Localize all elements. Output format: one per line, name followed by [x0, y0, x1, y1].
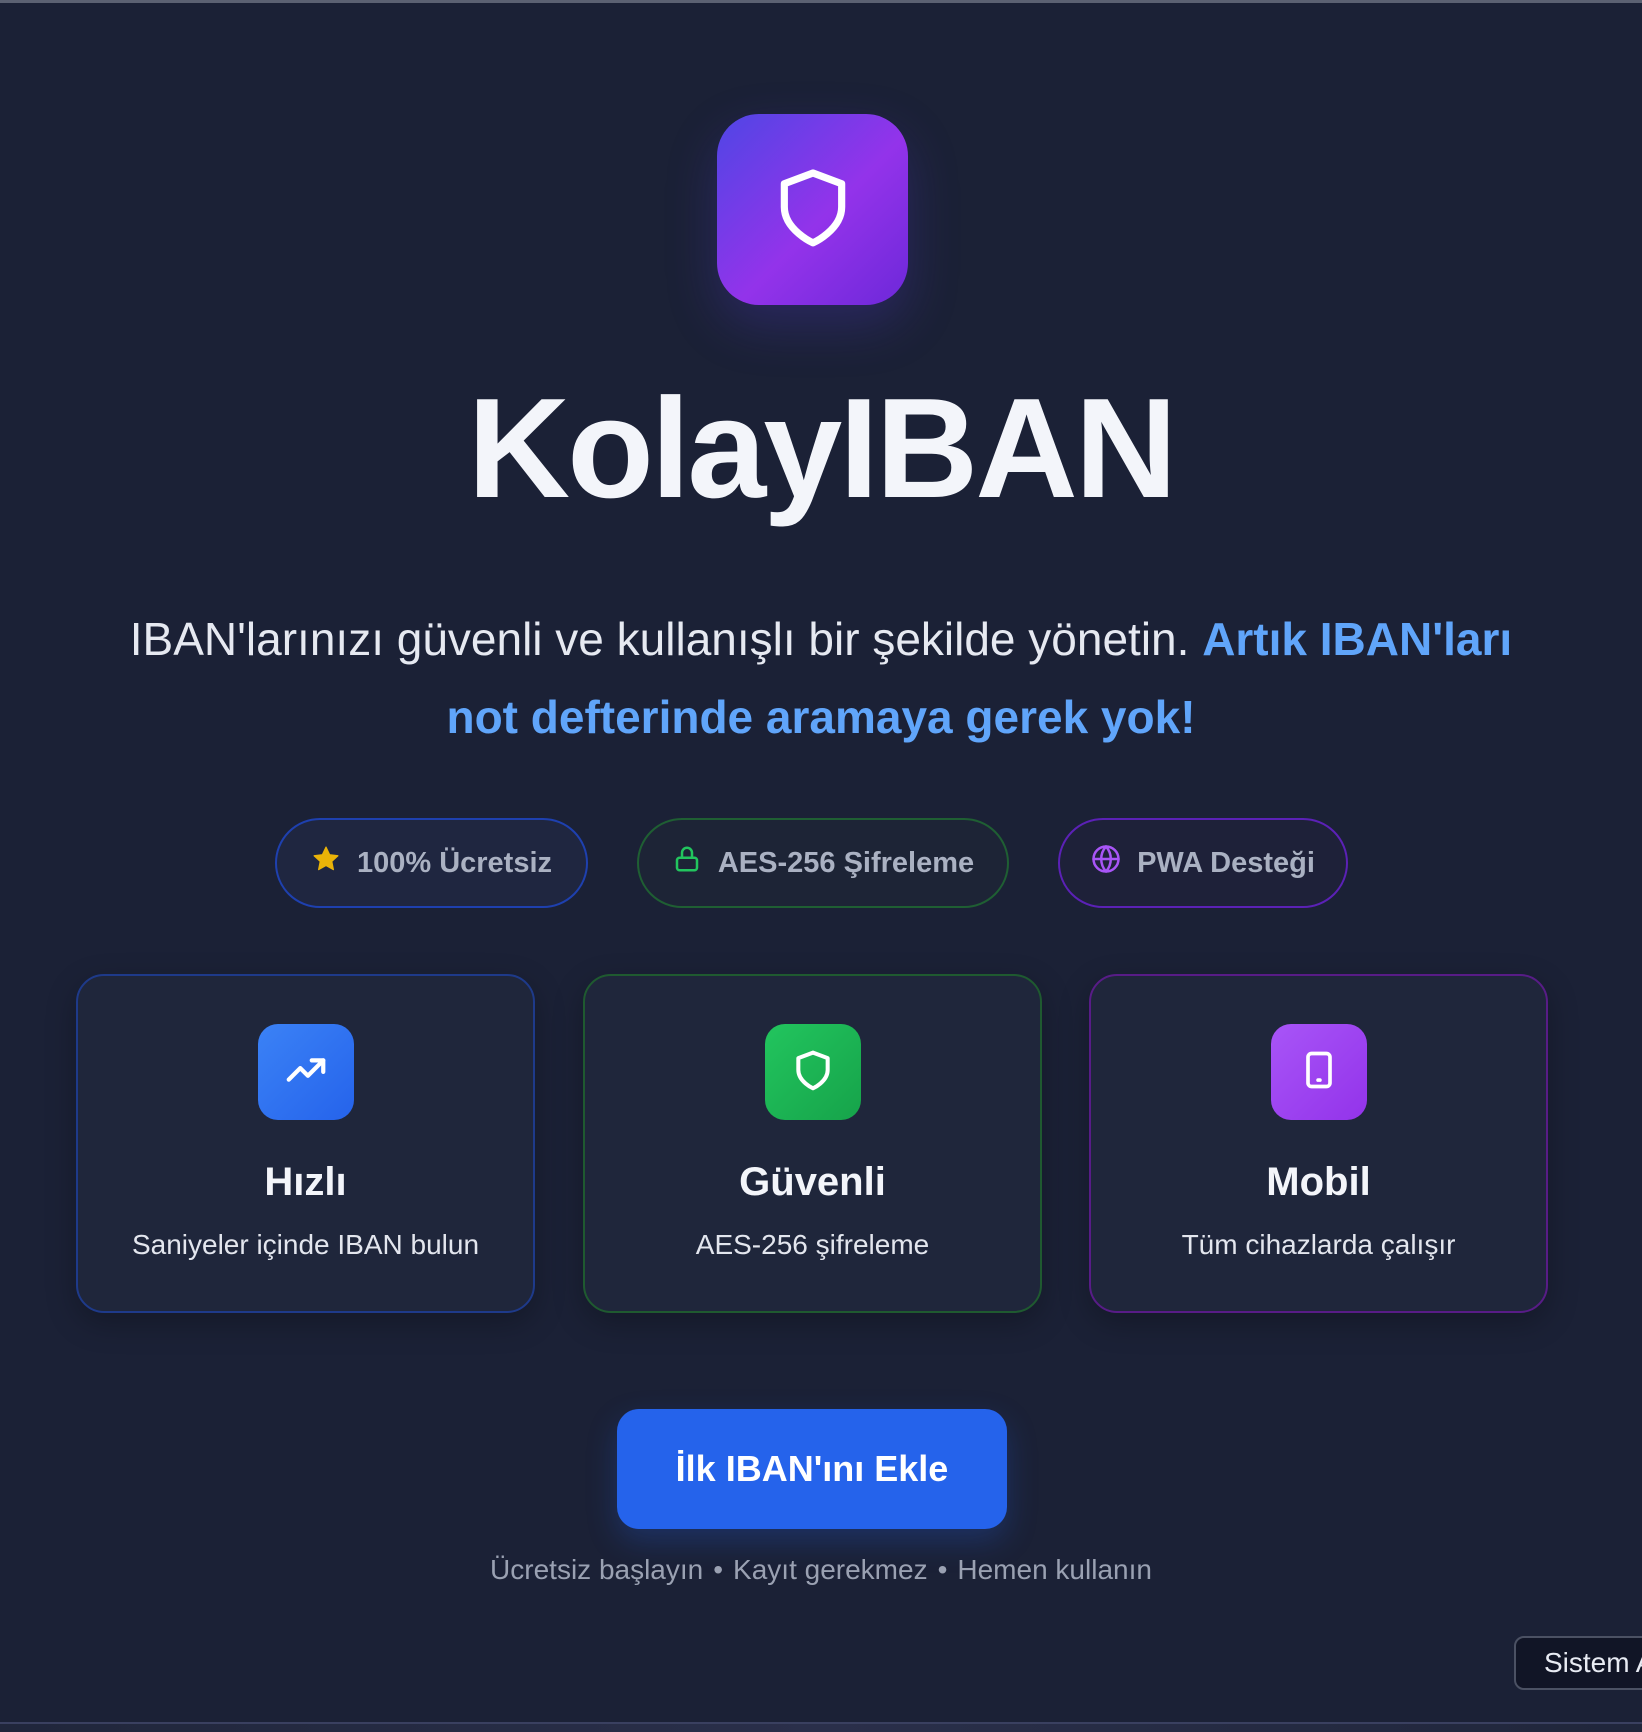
badge-encryption: AES-256 Şifreleme: [637, 818, 1009, 908]
badge-encryption-label: AES-256 Şifreleme: [717, 846, 975, 879]
badge-pwa: PWA Desteği: [1058, 818, 1348, 908]
add-first-iban-button[interactable]: İlk IBAN'ını Ekle: [617, 1409, 1007, 1529]
badge-free: 100% Ücretsiz: [275, 818, 588, 908]
globe-icon: [1091, 844, 1121, 882]
tablet-icon: [1297, 1048, 1341, 1097]
shield-icon: [791, 1048, 835, 1097]
feature-title: Mobil: [1266, 1160, 1371, 1204]
badge-pwa-label: PWA Desteği: [1137, 846, 1315, 879]
footnote-item: Kayıt gerekmez: [733, 1554, 928, 1585]
lock-icon: [672, 844, 702, 882]
feature-description: AES-256 şifreleme: [695, 1229, 930, 1260]
feature-card-secure: Güvenli AES-256 şifreleme: [583, 974, 1042, 1313]
footnote-item: Ücretsiz başlayın: [490, 1554, 704, 1585]
feature-description: Saniyeler içinde IBAN bulun: [131, 1229, 480, 1260]
star-icon: [311, 844, 341, 882]
feature-title: Hızlı: [264, 1160, 347, 1204]
feature-card-mobile: Mobil Tüm cihazlarda çalışır: [1089, 974, 1548, 1313]
tagline-main: IBAN'larınızı güvenli ve kullanışlı bir …: [129, 613, 1190, 665]
feature-title: Güvenli: [739, 1160, 886, 1204]
trending-up-icon: [283, 1047, 329, 1098]
top-border: [0, 0, 1642, 3]
tagline: IBAN'larınızı güvenli ve kullanışlı bir …: [96, 600, 1546, 756]
app-logo: [717, 114, 908, 305]
badge-free-label: 100% Ücretsiz: [356, 846, 553, 879]
app-title: KolayIBAN: [467, 369, 1178, 528]
shield-icon: [770, 161, 856, 258]
footnote-separator: •: [937, 1554, 948, 1585]
footnote-separator: •: [713, 1554, 724, 1585]
footnote: Ücretsiz başlayın • Kayıt gerekmez • Hemen k…: [0, 1554, 1642, 1586]
feature-icon-box: [258, 1024, 354, 1120]
feature-description: Tüm cihazlarda çalışır: [1181, 1229, 1456, 1260]
footnote-item: Hemen kullanın: [957, 1554, 1152, 1585]
system-status-chip[interactable]: Sistem A: [1514, 1636, 1642, 1690]
feature-card-fast: Hızlı Saniyeler içinde IBAN bulun: [76, 974, 535, 1313]
feature-icon-box: [1271, 1024, 1367, 1120]
feature-icon-box: [765, 1024, 861, 1120]
bottom-border: [0, 1722, 1642, 1732]
